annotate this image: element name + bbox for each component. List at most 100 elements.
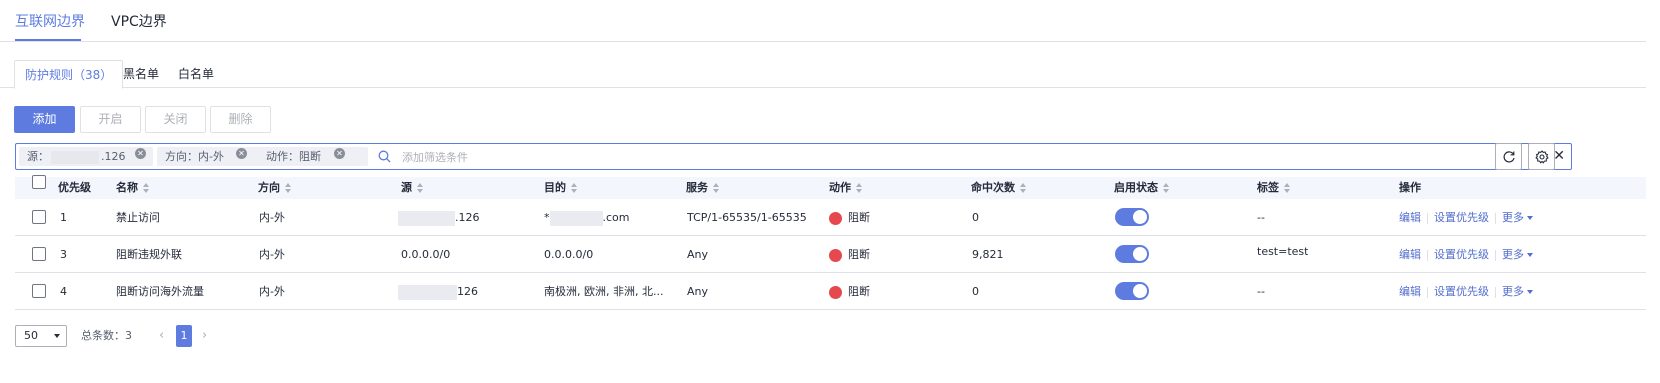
filter-chip-label: 源： [27,150,49,163]
filter-chip-action: 动作：阻断 [258,147,368,166]
filter-input[interactable] [402,148,1002,166]
column-header-service[interactable]: 服务 [686,177,720,199]
refresh-button[interactable] [1495,143,1522,170]
search-icon [378,150,391,163]
settings-button[interactable] [1528,143,1555,170]
cell-hits: 0 [972,285,979,298]
page-number-current[interactable]: 1 [176,325,192,347]
column-header-operations: 操作 [1399,181,1421,194]
cell-source: 0.0.0.0/0 [401,248,451,261]
sort-icon [1020,183,1027,193]
cell-action-label: 阻断 [848,248,870,261]
remove-filter-action-icon[interactable]: ✕ [334,148,345,159]
row-checkbox[interactable] [32,284,46,298]
tab-internet-boundary[interactable]: 互联网边界 [15,12,85,32]
cell-action-label: 阻断 [848,285,870,298]
divider [1427,212,1428,224]
row-checkbox[interactable] [32,247,46,261]
filter-chip-label: 方向：内-外 [165,150,224,163]
column-header-label: 动作 [829,181,851,194]
column-header-label: 启用状态 [1114,181,1158,194]
page-size-select[interactable]: 50 [15,325,67,347]
cell-source-value: .126 [455,211,480,224]
disable-button[interactable]: 关闭 [145,106,206,133]
block-status-icon [829,211,842,225]
cell-priority: 1 [60,211,67,224]
select-all-checkbox[interactable] [32,175,46,189]
cell-name: 阻断违规外联 [116,248,182,261]
row-checkbox[interactable] [32,210,46,224]
cell-direction: 内-外 [259,285,285,298]
cell-operations: 编辑 设置优先级 更多 [1399,199,1533,236]
set-priority-link[interactable]: 设置优先级 [1434,211,1489,224]
cell-destination: 南极洲, 欧洲, 非洲, 北... [544,285,664,298]
cell-name: 阻断访问海外流量 [116,285,204,298]
redacted-mask [398,284,457,300]
cell-priority: 4 [60,285,67,298]
sort-icon [571,183,578,193]
filter-chip-direction: 方向：内-外 [157,147,269,166]
cell-priority: 3 [60,248,67,261]
column-header-status[interactable]: 启用状态 [1114,177,1170,199]
enabled-toggle[interactable] [1115,282,1149,300]
table-row: 3 阻断违规外联 内-外 0.0.0.0/0 0.0.0.0/0 Any 阻断 … [15,236,1646,273]
add-button[interactable]: 添加 [14,106,75,133]
tab-protection-rules[interactable]: 防护规则（38） [14,60,124,89]
cell-tag: -- [1257,211,1265,224]
divider [1495,286,1496,298]
edit-link[interactable]: 编辑 [1399,211,1421,224]
page-size-value: 50 [24,329,38,342]
cell-direction: 内-外 [259,248,285,261]
enable-button[interactable]: 开启 [80,106,141,133]
set-priority-link[interactable]: 设置优先级 [1434,248,1489,261]
divider [1495,212,1496,224]
column-header-direction[interactable]: 方向 [258,177,292,199]
cell-tag: -- [1257,285,1265,298]
cell-service: Any [687,285,709,298]
delete-button[interactable]: 删除 [210,106,271,133]
tab-blacklist[interactable]: 黑名单 [113,60,169,88]
enabled-toggle[interactable] [1115,208,1149,226]
column-header-label: 命中次数 [971,181,1015,194]
prev-page-icon[interactable]: ‹ [159,325,164,347]
tab-whitelist[interactable]: 白名单 [168,60,224,88]
more-dropdown[interactable]: 更多 [1502,285,1533,298]
cell-destination: * .com [544,199,630,236]
cell-tag: test=test [1257,245,1309,258]
cell-service: TCP/1-65535/1-65535 [687,211,807,224]
tab-vpc-boundary[interactable]: VPC边界 [111,12,167,32]
next-page-icon[interactable]: › [202,325,207,347]
column-header-source[interactable]: 源 [401,177,424,199]
more-dropdown[interactable]: 更多 [1502,211,1533,224]
cell-source-value: 126 [457,285,478,298]
remove-filter-source-icon[interactable]: ✕ [135,148,146,159]
refresh-icon [1503,151,1515,163]
filter-chip-label: 动作：阻断 [266,150,321,163]
divider [1427,286,1428,298]
cell-action: 阻断 [829,236,870,273]
edit-link[interactable]: 编辑 [1399,285,1421,298]
rule-type-tabs: 防护规则（38） 黑名单 白名单 [0,60,1646,89]
column-header-tags[interactable]: 标签 [1257,177,1291,199]
cell-action-label: 阻断 [848,211,870,224]
filter-bar[interactable]: 源： .126 ✕ 方向：内-外 ✕ 动作：阻断 ✕ ✕ [15,143,1572,170]
set-priority-link[interactable]: 设置优先级 [1434,285,1489,298]
redacted-mask [549,210,603,226]
close-icon[interactable]: ✕ [1553,147,1565,165]
column-header-label: 方向 [258,181,280,194]
block-status-icon [829,248,842,262]
column-header-priority: 优先级 [58,181,91,194]
column-header-destination[interactable]: 目的 [544,177,578,199]
column-header-name[interactable]: 名称 [116,177,150,199]
column-header-hits[interactable]: 命中次数 [971,177,1027,199]
filter-chip-source: 源： .126 [19,147,153,166]
edit-link[interactable]: 编辑 [1399,248,1421,261]
column-header-action[interactable]: 动作 [829,177,863,199]
cell-destination-suffix: .com [602,211,630,224]
more-dropdown[interactable]: 更多 [1502,248,1533,261]
enabled-toggle[interactable] [1115,245,1149,263]
remove-filter-direction-icon[interactable]: ✕ [236,148,247,159]
more-label: 更多 [1502,248,1524,261]
more-label: 更多 [1502,285,1524,298]
chevron-down-icon [54,334,60,338]
